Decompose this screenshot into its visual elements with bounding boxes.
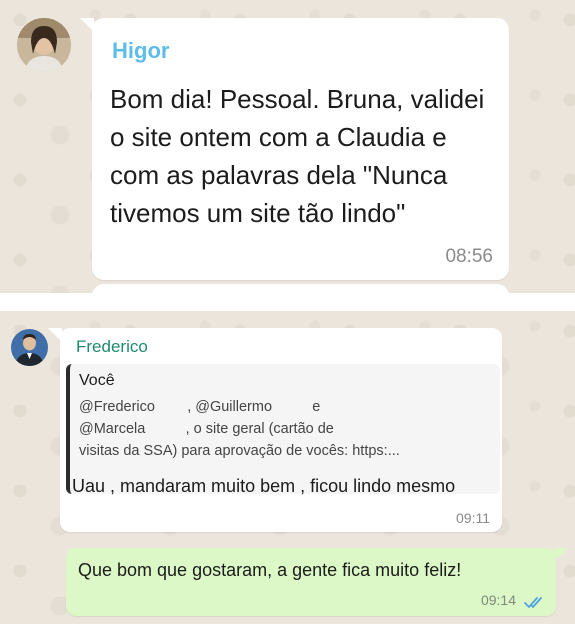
sender-name: Frederico [76, 337, 148, 356]
chat-panel-top: Higor Bom dia! Pessoal. Bruna, validei o… [0, 0, 575, 293]
message-time: 09:11 [456, 510, 490, 526]
message-bubble-higor[interactable]: Higor Bom dia! Pessoal. Bruna, validei o… [80, 18, 509, 280]
message-time: 09:14 [480, 592, 516, 608]
avatar[interactable] [11, 329, 48, 366]
sender-name: Higor [112, 38, 170, 63]
message-time: 08:56 [445, 246, 493, 267]
quoted-text: @Frederico , @Guillermo e @Marcela , o s… [79, 399, 400, 459]
message-text: Uau , mandaram muito bem , ficou lindo m… [72, 476, 456, 496]
message-text: Bom dia! Pessoal. Bruna, validei o site … [110, 84, 485, 228]
message-bubble-outgoing[interactable]: Que bom que gostaram, a gente fica muito… [66, 548, 568, 616]
message-text: Que bom que gostaram, a gente fica muito… [78, 560, 462, 580]
avatar-frederico-icon [11, 329, 48, 366]
double-check-icon [524, 597, 542, 608]
next-message-bubble [92, 284, 509, 293]
avatar[interactable] [17, 18, 71, 72]
message-bubble-frederico[interactable]: Frederico Você @Frederico , @Guillermo e… [48, 328, 502, 532]
quoted-author: Você [79, 372, 115, 389]
avatar-higor-icon [17, 18, 71, 72]
